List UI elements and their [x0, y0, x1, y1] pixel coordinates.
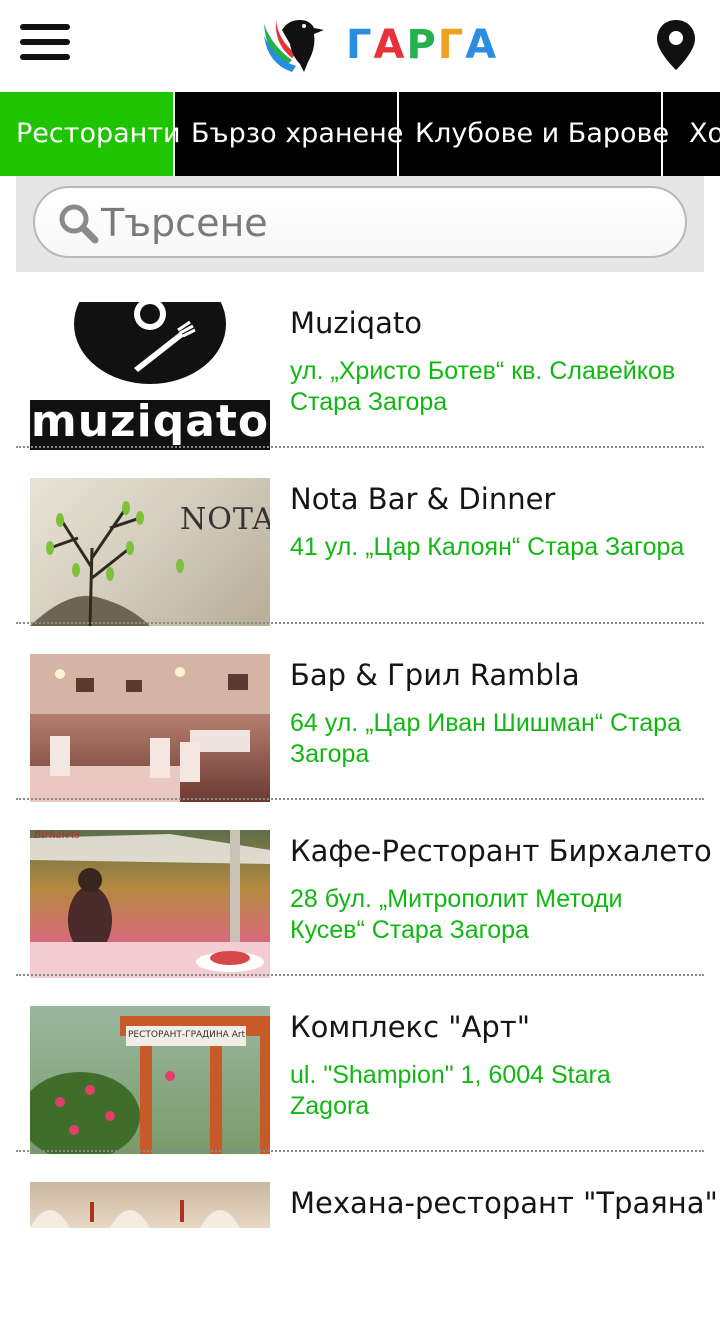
place-thumbnail: Birhalets [30, 830, 270, 978]
place-name: Кафе-Ресторант Бирхалето [290, 834, 712, 868]
search-icon [59, 204, 99, 244]
thumbnail-sign-text: РЕСТОРАНТ-ГРАДИНА Art [128, 1030, 246, 1040]
place-name: Muziqato [290, 306, 422, 340]
list-item[interactable]: Механа-ресторант "Траяна" [16, 1152, 718, 1328]
place-address: 28 бул. „Митрополит Методи Кусев“ Стара … [290, 885, 623, 944]
place-address: 41 ул. „Цар Калоян“ Стара Загора [290, 533, 685, 561]
tab-clubs-bars[interactable]: Клубове и Барове [399, 92, 669, 176]
location-pin-icon[interactable] [654, 18, 698, 72]
place-thumbnail: muziqato [30, 302, 270, 450]
top-bar: ГАРГА [0, 0, 720, 92]
place-thumbnail [30, 654, 270, 802]
place-name: Механа-ресторант "Траяна" [290, 1186, 718, 1220]
list-item[interactable]: NOTA Nota Bar & Dinner 41 ул. „Цар Калоя… [16, 448, 704, 626]
logo-letter: Г [346, 22, 374, 68]
place-name: Nota Bar & Dinner [290, 482, 556, 516]
app-logo[interactable]: ГАРГА [262, 16, 498, 74]
place-name: Бар & Грил Rambla [290, 658, 580, 692]
app-name: ГАРГА [346, 22, 498, 68]
place-address: ul. "Shampion" 1, 6004 Stara Zagora [290, 1061, 611, 1120]
search-field[interactable] [33, 186, 687, 258]
place-address: 64 ул. „Цар Иван Шишман“ Стара Загора [290, 709, 681, 768]
list-item[interactable]: Бар & Грил Rambla 64 ул. „Цар Иван Шишма… [16, 624, 704, 802]
crow-logo-icon [264, 20, 324, 72]
place-thumbnail [30, 1182, 270, 1228]
place-name: Комплекс "Арт" [290, 1010, 531, 1044]
thumbnail-logo-text: Birhalets [34, 830, 80, 841]
logo-letter: А [465, 22, 499, 68]
logo-letter: А [373, 22, 407, 68]
place-address: ул. „Христо Ботев“ кв. Славейков Стара З… [290, 357, 676, 416]
list-item[interactable]: РЕСТОРАНТ-ГРАДИНА Art Комплекс "Арт" ul.… [16, 976, 704, 1154]
search-bar [16, 176, 704, 272]
list-item[interactable]: muziqato Muziqato ул. „Христо Ботев“ кв.… [16, 272, 704, 450]
thumbnail-logo-text: muziqato [30, 396, 270, 447]
tab-fast-food[interactable]: Бързо хранене [175, 92, 403, 176]
place-thumbnail: NOTA [30, 478, 270, 626]
place-thumbnail: РЕСТОРАНТ-ГРАДИНА Art [30, 1006, 270, 1154]
logo-letter: Г [437, 22, 466, 68]
list-item[interactable]: Birhalets Кафе-Ресторант Бирхалето 28 бу… [16, 800, 712, 978]
logo-letter: Р [406, 22, 438, 68]
tab-next[interactable]: Хо [663, 92, 720, 176]
menu-icon[interactable] [18, 22, 72, 64]
thumbnail-logo-text: NOTA [180, 502, 270, 537]
search-input[interactable] [99, 196, 663, 250]
tab-restaurants[interactable]: Ресторанти [0, 92, 181, 176]
category-tabs: Ресторанти Бързо хранене Клубове и Баров… [0, 92, 720, 176]
